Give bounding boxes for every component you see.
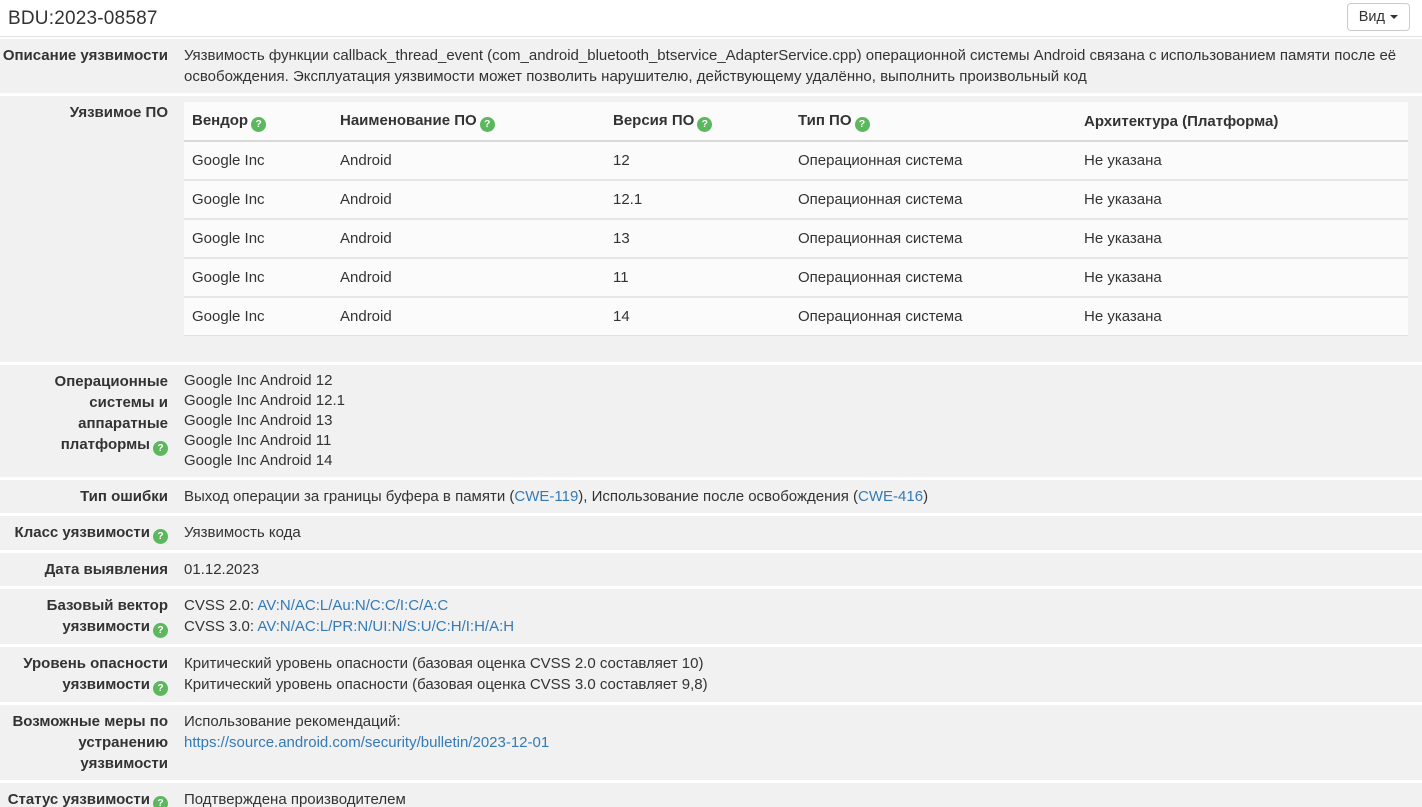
cell-arch: Не указана xyxy=(1076,220,1408,259)
platform-item: Google Inc Android 14 xyxy=(184,451,1408,471)
row-detection-date: Дата выявления 01.12.2023 xyxy=(0,553,1422,586)
cwe-416-link[interactable]: CWE-416 xyxy=(858,488,923,505)
platform-item: Google Inc Android 12.1 xyxy=(184,391,1408,411)
detection-date-value: 01.12.2023 xyxy=(176,553,1422,586)
cell-name: Android xyxy=(332,259,605,298)
cwe-119-link[interactable]: CWE-119 xyxy=(514,488,578,505)
cell-version: 14 xyxy=(605,298,790,336)
cell-vendor: Google Inc xyxy=(184,259,332,298)
cell-type: Операционная система xyxy=(790,181,1076,220)
view-dropdown-label: Вид xyxy=(1359,9,1385,25)
error-type-label: Тип ошибки xyxy=(0,480,176,513)
cell-type: Операционная система xyxy=(790,142,1076,181)
table-row: Google Inc Android 12 Операционная систе… xyxy=(184,142,1408,181)
help-icon[interactable]: ? xyxy=(855,117,870,132)
cell-version: 13 xyxy=(605,220,790,259)
row-vulnerable-software: Уязвимое ПО Вендор? Наименование ПО? Вер… xyxy=(0,96,1422,362)
cvss2-line: CVSS 2.0: AV:N/AC:L/Au:N/C:C/I:C/A:C xyxy=(184,595,1408,616)
table-row: Google Inc Android 13 Операционная систе… xyxy=(184,220,1408,259)
column-header-vendor: Вендор? xyxy=(184,102,332,142)
cell-vendor: Google Inc xyxy=(184,220,332,259)
cvss-vector-value: CVSS 2.0: AV:N/AC:L/Au:N/C:C/I:C/A:C CVS… xyxy=(176,589,1422,644)
column-header-architecture: Архитектура (Платформа) xyxy=(1076,102,1408,142)
row-cvss-vector: Базовый вектор уязвимости? CVSS 2.0: AV:… xyxy=(0,589,1422,644)
cell-type: Операционная система xyxy=(790,220,1076,259)
vuln-class-value: Уязвимость кода xyxy=(176,516,1422,550)
table-row: Google Inc Android 14 Операционная систе… xyxy=(184,298,1408,336)
severity-line: Критический уровень опасности (базовая о… xyxy=(184,674,1408,695)
row-vuln-class: Класс уязвимости? Уязвимость кода xyxy=(0,516,1422,550)
column-header-software-type: Тип ПО? xyxy=(790,102,1076,142)
cvss-vector-label: Базовый вектор уязвимости? xyxy=(0,589,176,644)
cell-type: Операционная система xyxy=(790,298,1076,336)
status-label: Статус уязвимости? xyxy=(0,783,176,807)
help-icon[interactable]: ? xyxy=(153,441,168,456)
remediation-label: Возможные меры по устранению уязвимости xyxy=(0,705,176,780)
cell-arch: Не указана xyxy=(1076,298,1408,336)
severity-label: Уровень опасности уязвимости? xyxy=(0,647,176,702)
cell-vendor: Google Inc xyxy=(184,298,332,336)
severity-value: Критический уровень опасности (базовая о… xyxy=(176,647,1422,702)
platforms-label: Операционные системы и аппаратные платфо… xyxy=(0,365,176,477)
vuln-class-label: Класс уязвимости? xyxy=(0,516,176,550)
help-icon[interactable]: ? xyxy=(153,623,168,638)
platform-item: Google Inc Android 13 xyxy=(184,411,1408,431)
cvss3-vector-link[interactable]: AV:N/AC:L/PR:N/UI:N/S:U/C:H/I:H/A:H xyxy=(257,618,514,635)
row-remediation: Возможные меры по устранению уязвимости … xyxy=(0,705,1422,780)
platform-item: Google Inc Android 12 xyxy=(184,371,1408,391)
software-table-header-row: Вендор? Наименование ПО? Версия ПО? Тип … xyxy=(184,102,1408,142)
row-severity: Уровень опасности уязвимости? Критически… xyxy=(0,647,1422,702)
remediation-value: Использование рекомендаций: https://sour… xyxy=(176,705,1422,780)
remediation-text: Использование рекомендаций: xyxy=(184,711,1408,732)
cell-vendor: Google Inc xyxy=(184,142,332,181)
chevron-down-icon xyxy=(1390,15,1398,19)
description-label: Описание уязвимости xyxy=(0,39,176,93)
row-status: Статус уязвимости? Подтверждена производ… xyxy=(0,783,1422,807)
help-icon[interactable]: ? xyxy=(697,117,712,132)
status-value: Подтверждена производителем xyxy=(176,783,1422,807)
cell-name: Android xyxy=(332,181,605,220)
table-row: Google Inc Android 12.1 Операционная сис… xyxy=(184,181,1408,220)
vulnerable-software-table: Вендор? Наименование ПО? Версия ПО? Тип … xyxy=(184,102,1408,336)
cell-arch: Не указана xyxy=(1076,259,1408,298)
row-platforms: Операционные системы и аппаратные платфо… xyxy=(0,365,1422,477)
cell-version: 11 xyxy=(605,259,790,298)
detection-date-label: Дата выявления xyxy=(0,553,176,586)
header-bar: BDU:2023-08587 Вид xyxy=(0,0,1422,36)
help-icon[interactable]: ? xyxy=(153,796,168,807)
remediation-link[interactable]: https://source.android.com/security/bull… xyxy=(184,732,1408,753)
cell-type: Операционная система xyxy=(790,259,1076,298)
column-header-software-version: Версия ПО? xyxy=(605,102,790,142)
cell-name: Android xyxy=(332,142,605,181)
cvss3-line: CVSS 3.0: AV:N/AC:L/PR:N/UI:N/S:U/C:H/I:… xyxy=(184,616,1408,637)
row-error-type: Тип ошибки Выход операции за границы буф… xyxy=(0,480,1422,513)
cell-vendor: Google Inc xyxy=(184,181,332,220)
cell-name: Android xyxy=(332,220,605,259)
platforms-value: Google Inc Android 12 Google Inc Android… xyxy=(176,365,1422,477)
cell-arch: Не указана xyxy=(1076,181,1408,220)
platform-item: Google Inc Android 11 xyxy=(184,431,1408,451)
cell-name: Android xyxy=(332,298,605,336)
cell-version: 12.1 xyxy=(605,181,790,220)
description-value: Уязвимость функции callback_thread_event… xyxy=(176,39,1422,93)
page-title: BDU:2023-08587 xyxy=(8,8,158,29)
severity-line: Критический уровень опасности (базовая о… xyxy=(184,653,1408,674)
cell-version: 12 xyxy=(605,142,790,181)
column-header-software-name: Наименование ПО? xyxy=(332,102,605,142)
help-icon[interactable]: ? xyxy=(480,117,495,132)
error-type-value: Выход операции за границы буфера в памят… xyxy=(176,480,1422,513)
cvss2-vector-link[interactable]: AV:N/AC:L/Au:N/C:C/I:C/A:C xyxy=(257,597,448,614)
help-icon[interactable]: ? xyxy=(153,529,168,544)
row-description: Описание уязвимости Уязвимость функции c… xyxy=(0,39,1422,93)
table-row: Google Inc Android 11 Операционная систе… xyxy=(184,259,1408,298)
vulnerability-details: Описание уязвимости Уязвимость функции c… xyxy=(0,36,1422,807)
view-dropdown-button[interactable]: Вид xyxy=(1347,3,1410,31)
cell-arch: Не указана xyxy=(1076,142,1408,181)
help-icon[interactable]: ? xyxy=(251,117,266,132)
help-icon[interactable]: ? xyxy=(153,681,168,696)
vulnerable-software-label: Уязвимое ПО xyxy=(0,96,176,362)
